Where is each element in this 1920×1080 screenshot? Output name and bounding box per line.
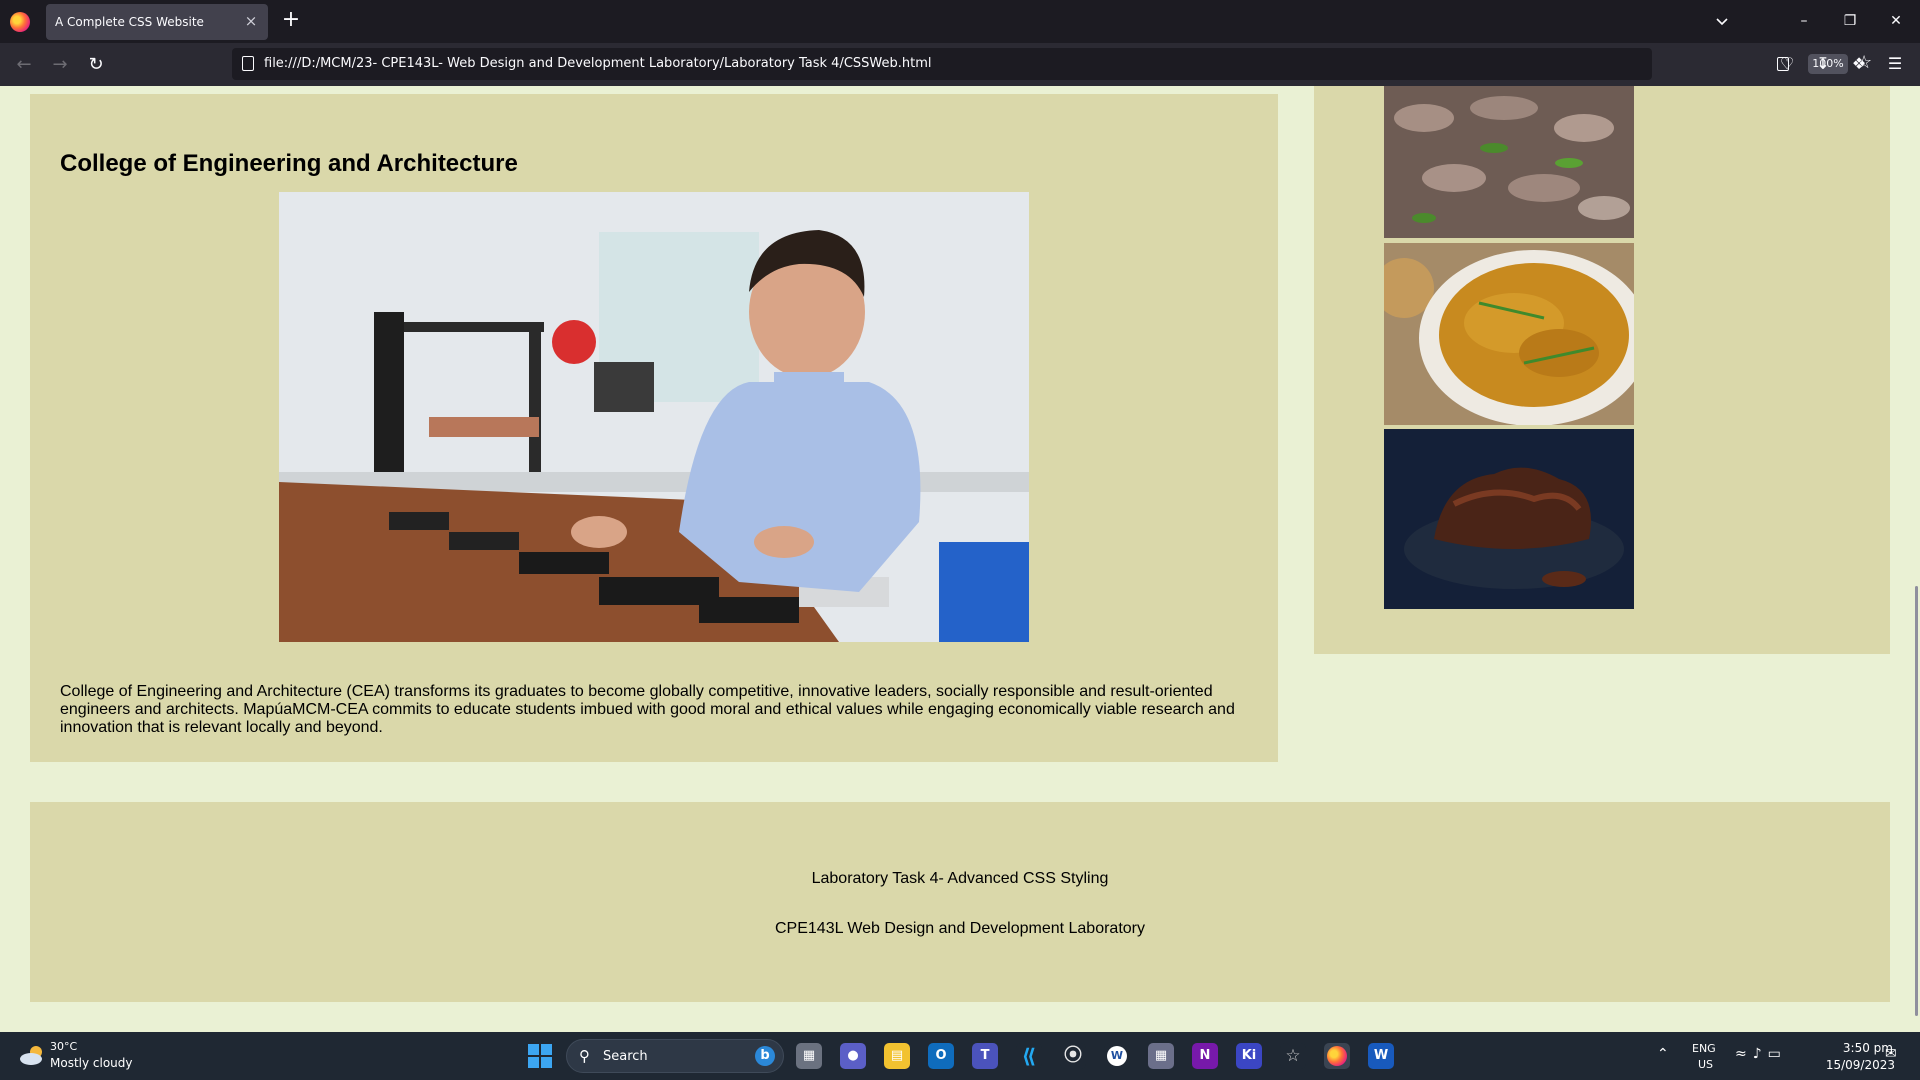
main-content-box: College of Engineering and Architecture [30,94,1278,762]
section-paragraph: College of Engineering and Architecture … [60,683,1235,736]
list-all-tabs-icon[interactable] [1711,11,1733,33]
file-explorer-icon[interactable]: ▤ [884,1043,910,1069]
tab-close-icon[interactable]: × [242,12,260,30]
teams-icon[interactable]: T [972,1043,998,1069]
new-tab-button[interactable]: + [280,9,302,31]
outlook-icon[interactable]: O [928,1043,954,1069]
show-hidden-icons-icon[interactable]: ⌃ [1657,1046,1669,1062]
menu-icon[interactable]: ☰ [1884,53,1906,75]
back-arrow-icon[interactable]: ← [12,53,36,77]
cloud-weather-icon[interactable] [18,1044,46,1066]
url-bar[interactable]: file:///D:/MCM/23- CPE143L- Web Design a… [232,48,1872,80]
page-scrollbar[interactable] [1912,86,1920,1032]
forward-arrow-icon[interactable]: → [48,53,72,77]
onenote-icon[interactable]: N [1192,1043,1218,1069]
ki-app-icon[interactable]: Ki [1236,1043,1262,1069]
reload-icon[interactable]: ↻ [84,53,108,77]
calculator-icon[interactable]: ▦ [1148,1043,1174,1069]
tab-title: A Complete CSS Website [55,15,204,29]
browser-tab-bar: A Complete CSS Website × + – ❐ ✕ [0,0,1920,43]
vscode-icon[interactable]: ⟪ [1016,1043,1042,1069]
windows-taskbar: 30°C Mostly cloudy ⚲ Search b ▦ ● ▤ O T … [0,1032,1920,1080]
sidebar-food-box [1314,86,1890,654]
clock-time[interactable]: 3:50 pm [1833,1041,1893,1055]
keyboard-region[interactable]: US [1698,1058,1713,1071]
search-icon: ⚲ [579,1047,590,1065]
word-icon[interactable]: W [1368,1043,1394,1069]
windows-start-icon[interactable] [528,1044,552,1068]
restore-icon[interactable]: ❐ [1838,10,1862,32]
weather-temperature[interactable]: 30°C [50,1040,77,1053]
food-image-chocolate-cake [1384,429,1634,609]
page-footer: Laboratory Task 4- Advanced CSS Styling … [30,802,1890,1002]
footer-course-name: CPE143L Web Design and Development Labor… [775,920,1145,937]
section-title: College of Engineering and Architecture [60,150,518,177]
browser-tab[interactable]: A Complete CSS Website × [46,4,268,40]
close-window-icon[interactable]: ✕ [1884,10,1908,32]
downloads-icon[interactable]: ↧ [1812,53,1834,75]
food-image-noodles [1384,243,1634,425]
firefox-logo-icon [10,12,30,32]
bing-icon[interactable]: b [755,1046,775,1066]
wifi-volume-battery-icon[interactable]: ≈♪▭ [1735,1046,1787,1062]
food-image-pork-dish [1384,86,1634,238]
url-text[interactable]: file:///D:/MCM/23- CPE143L- Web Design a… [264,56,932,71]
firefox-taskbar-icon[interactable] [1324,1043,1350,1069]
wordweb-icon[interactable]: W [1104,1043,1130,1069]
page-viewport: College of Engineering and Architecture [0,86,1920,1032]
page-icon [242,56,254,71]
footer-task-title: Laboratory Task 4- Advanced CSS Styling [811,870,1109,887]
engineering-student-photo [279,192,1029,642]
search-label: Search [603,1049,648,1064]
meet-icon[interactable]: ● [840,1043,866,1069]
extensions-icon[interactable]: ❖ [1848,53,1870,75]
notification-icon[interactable]: ✉ [1885,1046,1897,1062]
pocket-icon[interactable]: ♡ [1776,53,1798,75]
task-view-icon[interactable]: ▦ [796,1043,822,1069]
engineering-photo-illustration [279,192,1029,642]
scrollbar-thumb[interactable] [1915,586,1918,1016]
clock-date[interactable]: 15/09/2023 [1815,1058,1895,1072]
weather-description[interactable]: Mostly cloudy [50,1056,133,1070]
taskbar-search-box[interactable]: ⚲ Search b [566,1039,784,1073]
minimize-icon[interactable]: – [1792,10,1816,32]
github-desktop-icon[interactable]: ⦿ [1060,1043,1086,1069]
language-indicator[interactable]: ENG [1692,1042,1716,1055]
pinned-star-icon[interactable]: ☆ [1280,1043,1306,1069]
